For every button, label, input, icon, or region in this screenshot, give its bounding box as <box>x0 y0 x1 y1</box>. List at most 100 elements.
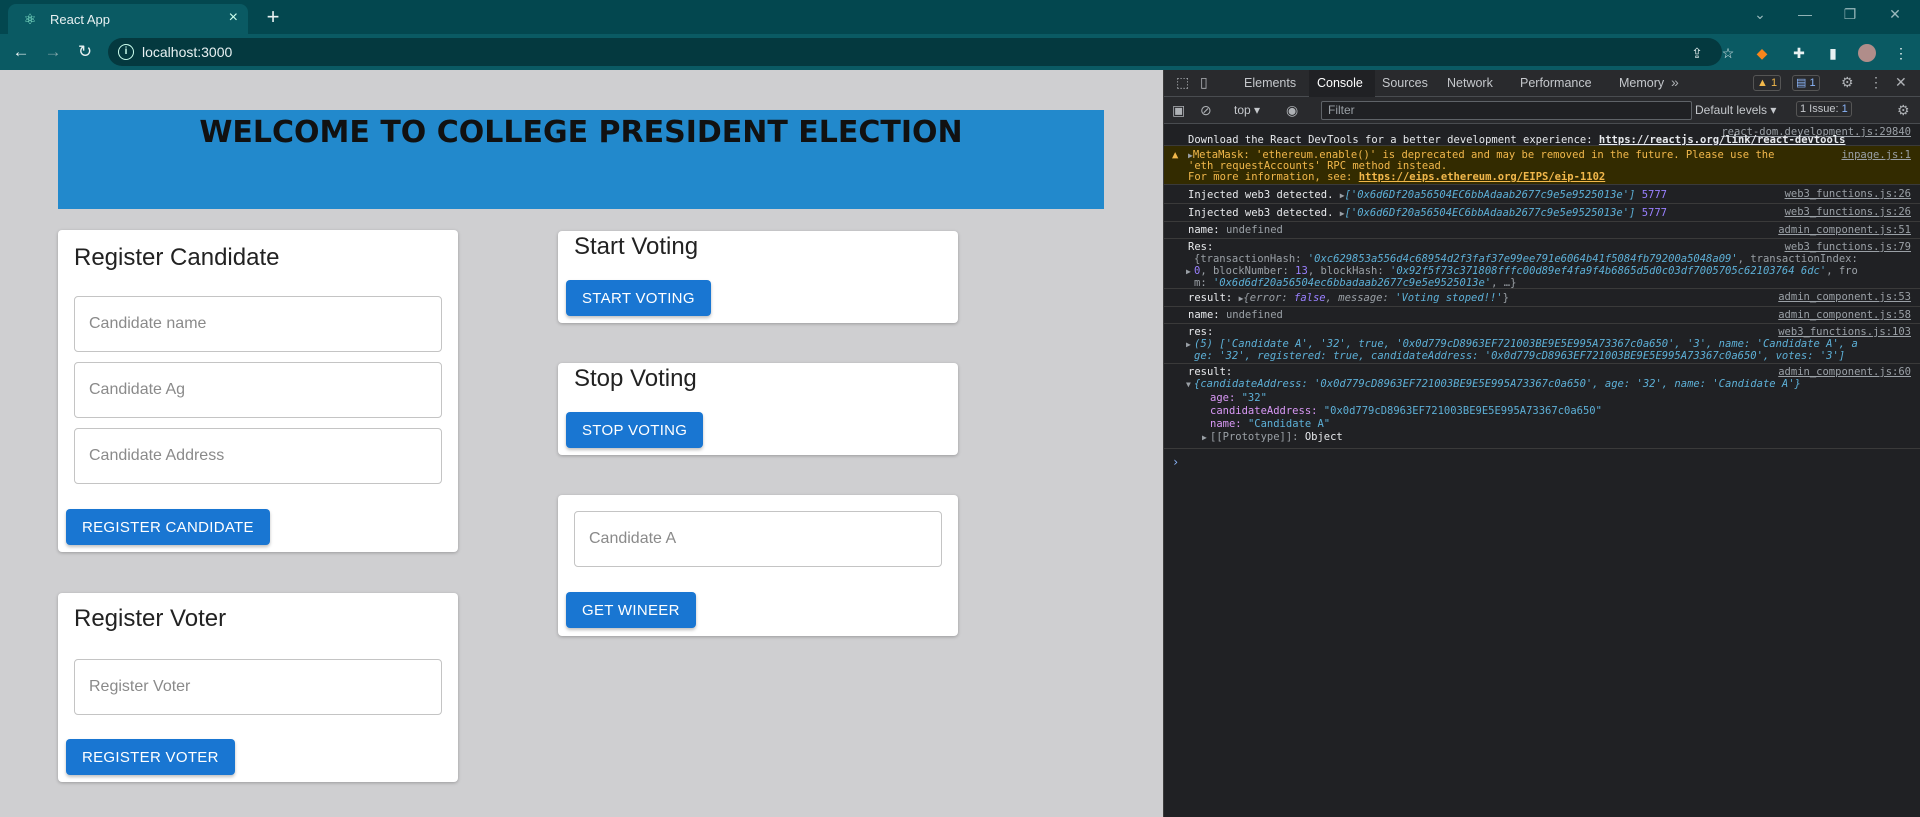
stop-voting-card: Stop Voting STOP VOTING <box>558 363 958 455</box>
context-value: top <box>1234 103 1251 117</box>
share-icon[interactable]: ⇪ <box>1688 44 1706 62</box>
url-text[interactable]: localhost:3000 <box>142 44 232 60</box>
message-text: result: ▶{error: false, message: 'Voting… <box>1188 292 1509 304</box>
restore-button[interactable]: ❐ <box>1830 6 1870 23</box>
candidate-address-field[interactable] <box>74 428 442 484</box>
start-voting-button[interactable]: START VOTING <box>566 280 711 316</box>
back-icon[interactable]: ← <box>10 42 32 64</box>
metamask-fox-icon[interactable]: ◆ <box>1753 44 1771 62</box>
warning-text-3: For more information, see: <box>1188 171 1359 183</box>
browser-menu-icon[interactable]: ⋮ <box>1892 44 1910 62</box>
object-line-1: {transactionHash: '0xc629853a556d4c68954… <box>1194 253 1858 265</box>
clear-console-icon[interactable]: ⊘ <box>1200 102 1212 119</box>
bookmark-star-icon[interactable]: ☆ <box>1719 44 1737 62</box>
message-source[interactable]: admin_component.js:58 <box>1778 309 1911 321</box>
tab-console[interactable]: Console <box>1317 76 1363 90</box>
reload-icon[interactable]: ↻ <box>74 42 96 64</box>
expand-arrow-icon[interactable]: ▶ <box>1202 433 1207 442</box>
close-tab-icon[interactable]: × <box>229 9 238 27</box>
array-line-1: (5) ['Candidate A', '32', true, '0x0d779… <box>1194 338 1858 350</box>
candidate-age-input[interactable] <box>89 363 427 417</box>
obj-key: , fro <box>1826 265 1858 277</box>
browser-tab[interactable]: ⚛ React App × <box>8 4 248 34</box>
message-source[interactable]: web3_functions.js:103 <box>1778 326 1911 338</box>
tab-search-icon[interactable]: ⌄ <box>1740 6 1780 23</box>
message-source[interactable]: inpage.js:1 <box>1841 149 1911 161</box>
settings-gear-icon[interactable]: ⚙ <box>1841 74 1854 91</box>
new-tab-button[interactable]: + <box>260 4 286 30</box>
stop-voting-button[interactable]: STOP VOTING <box>566 412 704 448</box>
site-info-icon[interactable]: i <box>118 44 134 60</box>
expand-arrow-icon[interactable]: ▶ <box>1186 340 1191 349</box>
tab-performance[interactable]: Performance <box>1520 76 1592 90</box>
react-devtools-link[interactable]: https://reactjs.org/link/react-devtools <box>1599 134 1846 146</box>
console-filter-input[interactable]: Filter <box>1321 101 1692 120</box>
candidate-name-input[interactable] <box>89 297 427 351</box>
log-levels-value: Default levels <box>1695 103 1768 117</box>
register-candidate-button[interactable]: REGISTER CANDIDATE <box>66 509 270 545</box>
log-levels-select[interactable]: Default levels ▾ <box>1695 103 1776 117</box>
tab-network[interactable]: Network <box>1447 76 1493 90</box>
candidate-name-field[interactable] <box>74 296 442 352</box>
get-winner-button[interactable]: GET WINEER <box>566 592 696 628</box>
winner-input[interactable] <box>589 512 927 566</box>
device-toolbar-icon[interactable]: ▯ <box>1200 74 1208 91</box>
register-voter-card: Register Voter REGISTER VOTER <box>58 593 458 782</box>
console-message: admin_component.js:51 name: undefined <box>1164 222 1920 239</box>
customize-menu-icon[interactable]: ⋮ <box>1869 74 1883 91</box>
prop-key: age: <box>1210 392 1242 404</box>
object-summary: {candidateAddress: '0x0d779cD8963EF72100… <box>1194 378 1801 390</box>
inspect-element-icon[interactable]: ⬚ <box>1176 74 1189 91</box>
issues-badge[interactable]: 1 Issue: 1 <box>1796 101 1852 117</box>
log-value: ['0x6d6Df20a56504EC6bbAdaab2677c9e5e9525… <box>1344 189 1636 201</box>
message-label: res: <box>1188 326 1214 338</box>
winner-field[interactable] <box>574 511 942 567</box>
tab-sources[interactable]: Sources <box>1382 76 1428 90</box>
messages-badge[interactable]: ▤ 1 <box>1792 75 1820 91</box>
register-voter-input[interactable] <box>89 660 427 714</box>
close-window-button[interactable]: ✕ <box>1875 6 1915 23</box>
register-voter-button[interactable]: REGISTER VOTER <box>66 739 235 775</box>
console-message: web3_functions.js:79 Res: {transactionHa… <box>1164 239 1920 289</box>
minimize-button[interactable]: — <box>1785 6 1825 22</box>
register-voter-field[interactable] <box>74 659 442 715</box>
register-candidate-title: Register Candidate <box>74 244 280 271</box>
obj-value: 13 <box>1295 265 1308 277</box>
prop-value: "32" <box>1241 392 1267 404</box>
message-source[interactable]: admin_component.js:60 <box>1778 366 1911 378</box>
more-tabs-icon[interactable]: » <box>1671 74 1679 90</box>
tab-memory[interactable]: Memory <box>1619 76 1664 90</box>
message-source[interactable]: web3_functions.js:26 <box>1785 206 1911 218</box>
context-select[interactable]: top ▾ <box>1234 103 1260 117</box>
live-expression-eye-icon[interactable]: ◉ <box>1286 102 1298 119</box>
expand-arrow-icon[interactable]: ▶ <box>1186 267 1191 276</box>
prop-prototype: [[Prototype]]: Object <box>1210 431 1343 443</box>
console-message: react-dom.development.js:29840 Download … <box>1164 125 1920 146</box>
warnings-badge[interactable]: ▲ 1 <box>1753 75 1782 91</box>
message-source[interactable]: admin_component.js:51 <box>1778 224 1911 236</box>
console-toolbar: ▣ ⊘ top ▾ ◉ Filter Default levels ▾ 1 Is… <box>1164 97 1920 124</box>
console-warning: ▲ inpage.js:1 ▶MetaMask: 'ethereum.enabl… <box>1164 146 1920 185</box>
console-message: web3_functions.js:26 Injected web3 detec… <box>1164 204 1920 222</box>
side-panel-icon[interactable]: ▮ <box>1824 44 1842 62</box>
tab-elements[interactable]: Elements <box>1244 76 1296 90</box>
candidate-age-field[interactable] <box>74 362 442 418</box>
forward-icon[interactable]: → <box>42 42 64 64</box>
message-source[interactable]: web3_functions.js:26 <box>1785 188 1911 200</box>
candidate-address-input[interactable] <box>89 429 427 483</box>
extensions-puzzle-icon[interactable]: ✚ <box>1790 44 1808 62</box>
collapse-arrow-icon[interactable]: ▼ <box>1186 380 1191 389</box>
obj-value: '0x92f5f73c371808fffc00d89ef4fa9f4b6865d… <box>1390 265 1827 277</box>
obj-key: , blockNumber: <box>1200 265 1296 277</box>
register-candidate-card: Register Candidate REGISTER CANDIDATE <box>58 230 458 552</box>
message-source[interactable]: web3_functions.js:79 <box>1785 241 1911 253</box>
profile-avatar[interactable] <box>1858 44 1876 62</box>
omnibox[interactable]: i localhost:3000 <box>108 38 1722 66</box>
console-settings-icon[interactable]: ⚙ <box>1897 102 1910 119</box>
log-value: ['0x6d6Df20a56504EC6bbAdaab2677c9e5e9525… <box>1344 207 1636 219</box>
eip-link[interactable]: https://eips.ethereum.org/EIPS/eip-1102 <box>1359 171 1606 183</box>
close-devtools-icon[interactable]: ✕ <box>1895 74 1907 91</box>
message-source[interactable]: admin_component.js:53 <box>1778 291 1911 303</box>
sidebar-toggle-icon[interactable]: ▣ <box>1172 102 1185 119</box>
console-prompt[interactable]: › <box>1172 455 1179 469</box>
